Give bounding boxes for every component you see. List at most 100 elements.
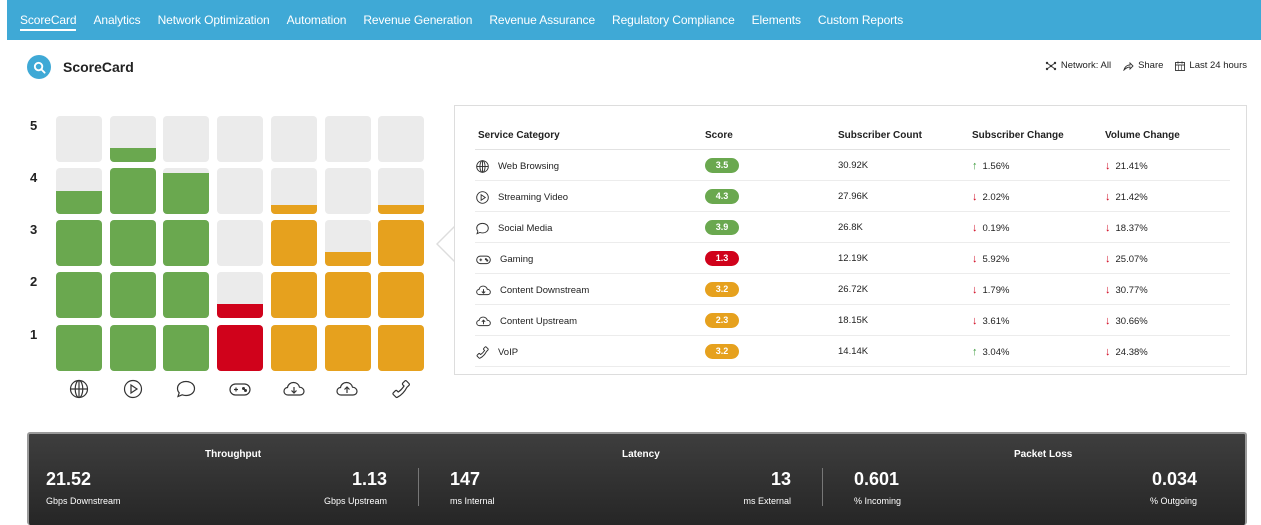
time-range-selector[interactable]: Last 24 hours: [1175, 60, 1247, 71]
score-cell[interactable]: [217, 272, 263, 318]
play-circle-icon[interactable]: [121, 377, 145, 401]
volume-change: ↓ 30.77%: [1105, 284, 1148, 296]
score-cell[interactable]: [325, 220, 371, 266]
service-category-label: Gaming: [500, 254, 534, 265]
score-cell[interactable]: [325, 168, 371, 214]
cloud-download-icon[interactable]: [282, 377, 306, 401]
nav-item-network-optimization[interactable]: Network Optimization: [158, 13, 270, 27]
nav-item-revenue-generation[interactable]: Revenue Generation: [363, 13, 472, 27]
score-cell[interactable]: [56, 168, 102, 214]
throughput-downstream-label: Gbps Downstream: [46, 496, 121, 506]
score-cell[interactable]: [56, 116, 102, 162]
page-title: ScoreCard: [63, 59, 134, 75]
score-cell[interactable]: [110, 168, 156, 214]
cloud-upload-icon[interactable]: [335, 377, 359, 401]
packet-loss-title: Packet Loss: [1014, 449, 1073, 460]
table-row[interactable]: Gaming 1.3 12.19K ↓ 5.92% ↓ 25.07%: [475, 243, 1230, 274]
throughput-title: Throughput: [205, 449, 262, 460]
score-badge: 3.2: [705, 282, 739, 297]
cloud-upload-icon: [475, 314, 500, 329]
nav-item-regulatory-compliance[interactable]: Regulatory Compliance: [612, 13, 735, 27]
score-cell[interactable]: [271, 325, 317, 371]
table-row[interactable]: Streaming Video 4.3 27.96K ↓ 2.02% ↓ 21.42%: [475, 181, 1230, 212]
score-cell[interactable]: [110, 116, 156, 162]
packet-loss-outgoing-label: % Outgoing: [1149, 496, 1197, 506]
score-cell[interactable]: [378, 220, 424, 266]
score-cell[interactable]: [217, 168, 263, 214]
service-category-cell: Streaming Video: [475, 190, 568, 205]
header-tools: Network: All Share Last 24 hours: [1033, 60, 1247, 71]
score-cell[interactable]: [163, 116, 209, 162]
nav-item-custom-reports[interactable]: Custom Reports: [818, 13, 903, 27]
subscriber-change: ↑ 3.04%: [972, 346, 1009, 358]
phone-icon[interactable]: [389, 377, 413, 401]
score-cell[interactable]: [325, 272, 371, 318]
score-cell[interactable]: [56, 325, 102, 371]
score-cell[interactable]: [110, 220, 156, 266]
score-cell[interactable]: [325, 116, 371, 162]
score-cell[interactable]: [325, 325, 371, 371]
search-icon[interactable]: [27, 55, 51, 79]
globe-icon[interactable]: [67, 377, 91, 401]
column-header-subscriber-change[interactable]: Subscriber Change: [972, 130, 1064, 141]
score-cell[interactable]: [163, 168, 209, 214]
score-cell[interactable]: [271, 168, 317, 214]
subscriber-change: ↓ 2.02%: [972, 191, 1009, 203]
time-range-label: Last 24 hours: [1189, 60, 1247, 71]
table-row[interactable]: Content Upstream 2.3 18.15K ↓ 3.61% ↓ 30.66%: [475, 305, 1230, 336]
service-category-cell: Content Upstream: [475, 314, 577, 329]
score-cell[interactable]: [271, 272, 317, 318]
score-cell[interactable]: [271, 220, 317, 266]
nav-item-analytics[interactable]: Analytics: [93, 13, 140, 27]
score-cell[interactable]: [110, 272, 156, 318]
score-cell[interactable]: [163, 272, 209, 318]
table-row[interactable]: Web Browsing 3.5 30.92K ↑ 1.56% ↓ 21.41%: [475, 150, 1230, 181]
network-filter[interactable]: Network: All: [1045, 60, 1111, 71]
score-badge: 3.9: [705, 220, 739, 235]
nav-item-automation[interactable]: Automation: [287, 13, 347, 27]
score-cell[interactable]: [217, 116, 263, 162]
subscriber-change-value: 3.61%: [982, 315, 1010, 327]
score-fill: [163, 325, 209, 371]
score-cell[interactable]: [217, 325, 263, 371]
column-header-score[interactable]: Score: [705, 130, 733, 141]
volume-change: ↓ 18.37%: [1105, 222, 1148, 234]
score-cell[interactable]: [56, 220, 102, 266]
score-badge: 2.3: [705, 313, 739, 328]
throughput-upstream-label: Gbps Upstream: [323, 496, 387, 506]
volume-change: ↓ 24.38%: [1105, 346, 1148, 358]
score-cell[interactable]: [217, 220, 263, 266]
chat-bubble-icon: [475, 221, 498, 236]
share-icon: [1123, 61, 1134, 71]
column-header-volume-change[interactable]: Volume Change: [1105, 130, 1180, 141]
score-cell[interactable]: [56, 272, 102, 318]
column-header-subscriber-count[interactable]: Subscriber Count: [838, 130, 922, 141]
score-cell[interactable]: [378, 325, 424, 371]
share-label: Share: [1138, 60, 1164, 71]
arrow-down-icon: ↓: [1105, 284, 1111, 296]
column-header-service-category[interactable]: Service Category: [478, 130, 560, 141]
score-cell[interactable]: [271, 116, 317, 162]
gamepad-icon[interactable]: [228, 377, 252, 401]
score-cell[interactable]: [163, 325, 209, 371]
score-cell[interactable]: [378, 116, 424, 162]
score-cell[interactable]: [110, 325, 156, 371]
row-label-4: 4: [30, 170, 38, 185]
score-fill: [325, 272, 371, 318]
chat-bubble-icon[interactable]: [174, 377, 198, 401]
subscriber-count: 26.8K: [838, 222, 863, 233]
score-cell[interactable]: [163, 220, 209, 266]
score-cell[interactable]: [378, 168, 424, 214]
service-table: Service Category Score Subscriber Count …: [454, 105, 1247, 375]
table-row[interactable]: Social Media 3.9 26.8K ↓ 0.19% ↓ 18.37%: [475, 212, 1230, 243]
volume-change-value: 30.77%: [1115, 284, 1148, 296]
score-fill: [271, 272, 317, 318]
nav-item-elements[interactable]: Elements: [752, 13, 801, 27]
share-button[interactable]: Share: [1123, 60, 1163, 71]
score-cell[interactable]: [378, 272, 424, 318]
nav-item-revenue-assurance[interactable]: Revenue Assurance: [489, 13, 595, 27]
arrow-up-icon: ↑: [972, 346, 978, 358]
table-row[interactable]: Content Downstream 3.2 26.72K ↓ 1.79% ↓ 30.77%: [475, 274, 1230, 305]
nav-item-scorecard[interactable]: ScoreCard: [20, 13, 77, 31]
table-row[interactable]: VoIP 3.2 14.14K ↑ 3.04% ↓ 24.38%: [475, 336, 1230, 367]
